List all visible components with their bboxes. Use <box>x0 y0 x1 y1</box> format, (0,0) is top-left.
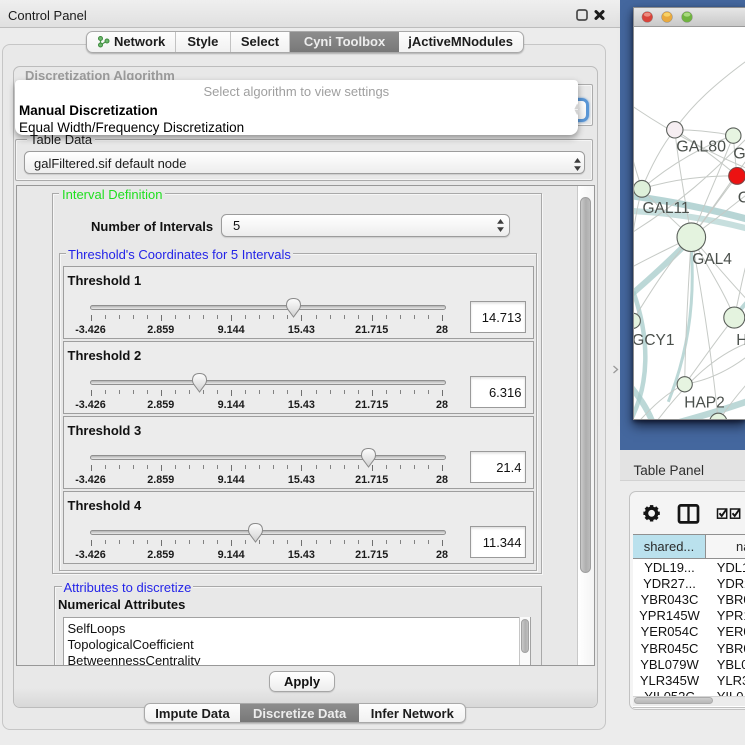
svg-text:C: C <box>737 189 744 206</box>
svg-text:GAL11: GAL11 <box>642 200 689 217</box>
svg-text:GCY1: GCY1 <box>634 332 674 349</box>
svg-text:G.: G. <box>733 145 745 162</box>
svg-text:H: H <box>736 332 745 349</box>
svg-text:GAL4: GAL4 <box>692 251 732 268</box>
svg-text:HAP2: HAP2 <box>684 394 724 411</box>
svg-text:GAL80: GAL80 <box>676 138 726 155</box>
